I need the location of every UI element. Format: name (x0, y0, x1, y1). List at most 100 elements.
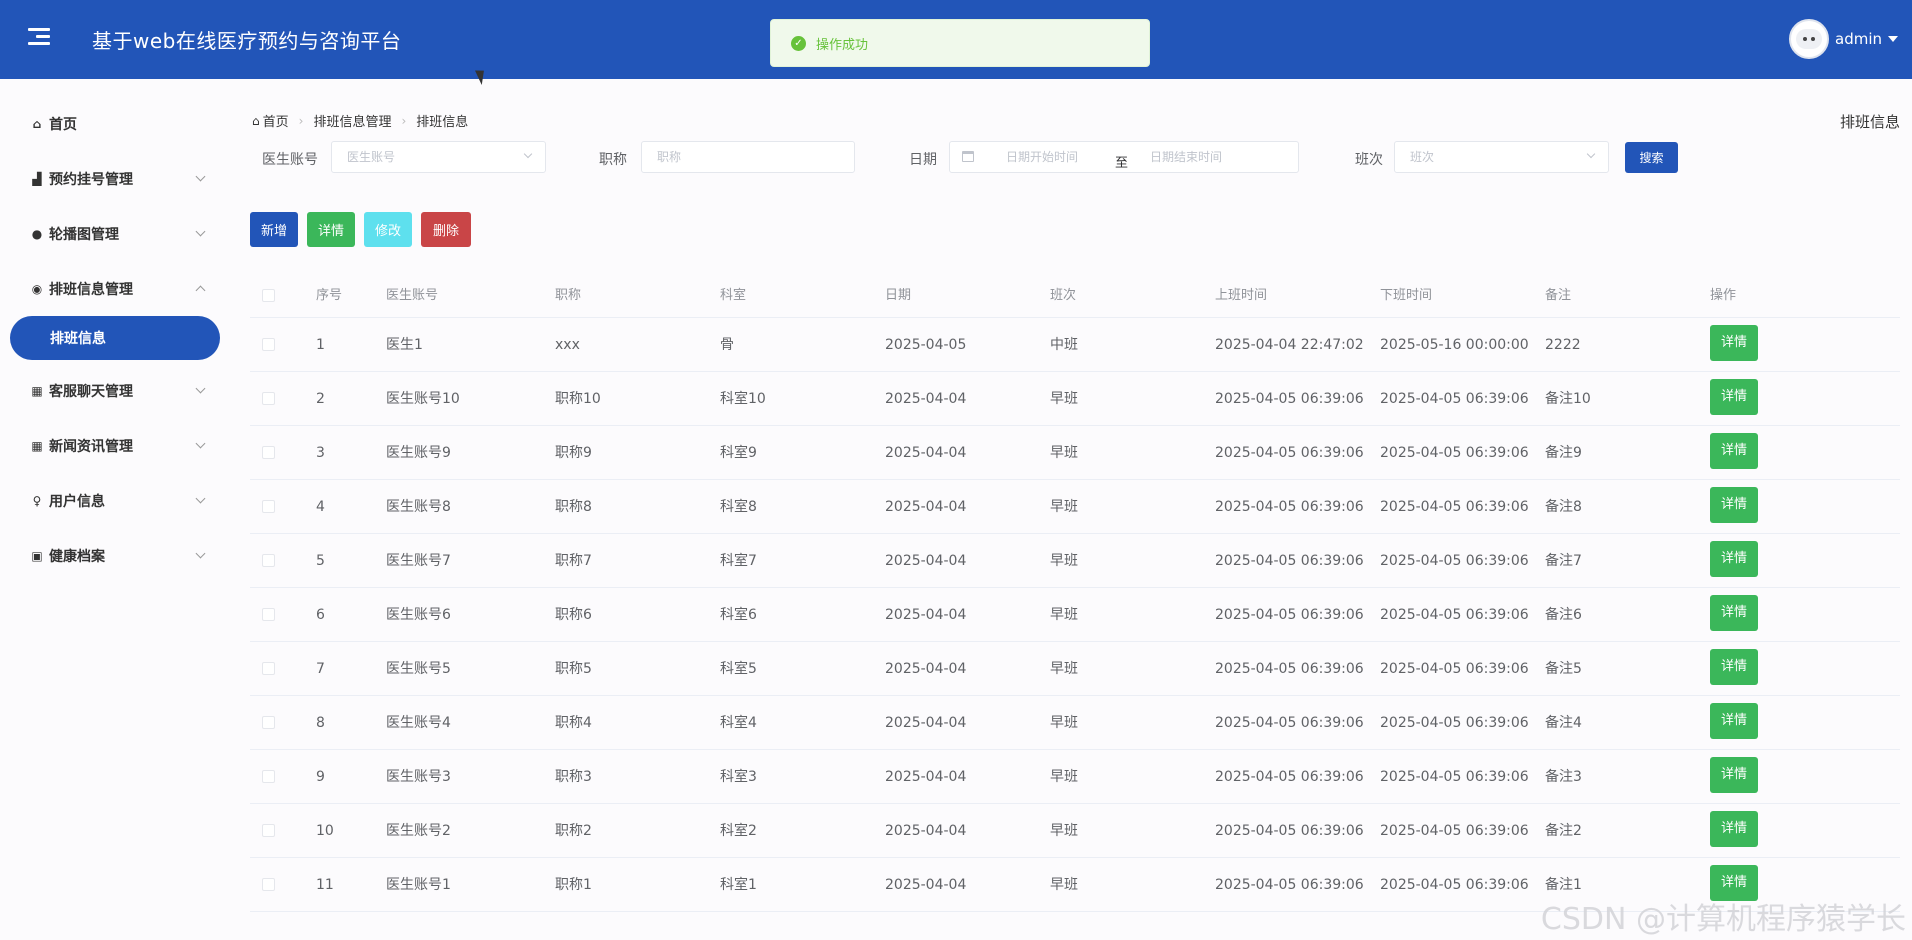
breadcrumb-section[interactable]: 排班信息管理 (313, 111, 391, 130)
row-checkbox[interactable] (262, 500, 275, 513)
table-cell: 2025-04-05 (885, 337, 967, 353)
hamburger-menu-icon[interactable] (28, 28, 50, 48)
table-cell: 早班 (1050, 823, 1078, 839)
breadcrumb-home[interactable]: 首页 (263, 111, 289, 130)
sidebar-item-label: 新闻资讯管理 (49, 438, 133, 455)
sidebar-item-label: 健康档案 (49, 548, 105, 565)
table-header: 序号 医生账号 职称 科室 日期 班次 上班时间 下班时间 备注 操作 (250, 274, 1900, 318)
table-cell: 6 (316, 607, 325, 623)
title-input[interactable]: 职称 (641, 141, 855, 173)
table-cell: 中班 (1050, 337, 1078, 353)
add-button[interactable]: 新增 (250, 212, 298, 247)
table-cell: 医生账号3 (386, 769, 451, 785)
row-detail-button[interactable]: 详情 (1710, 487, 1758, 523)
table-cell: 医生账号4 (386, 715, 451, 731)
table-cell: 2025-04-05 06:39:06 (1380, 553, 1529, 569)
row-detail-button[interactable]: 详情 (1710, 649, 1758, 685)
doctor-account-select[interactable]: 医生账号 (331, 141, 546, 173)
row-detail-button[interactable]: 详情 (1710, 757, 1758, 793)
date-start-input[interactable]: 日期开始时间 (1006, 142, 1078, 172)
sidebar-item-health-records[interactable]: ▣ 健康档案 (0, 528, 230, 583)
user-name[interactable]: admin (1835, 30, 1882, 48)
home-icon: ⌂ (252, 113, 260, 128)
column-header: 科室 (720, 288, 747, 303)
sidebar-subitem-schedule-info[interactable]: 排班信息 (10, 316, 220, 360)
table-cell: 早班 (1050, 607, 1078, 623)
sidebar-item-schedule[interactable]: ◉ 排班信息管理 (0, 261, 230, 316)
table-cell: 职称3 (555, 769, 592, 785)
select-all-checkbox[interactable] (262, 289, 275, 302)
row-checkbox[interactable] (262, 554, 275, 567)
row-detail-button[interactable]: 详情 (1710, 433, 1758, 469)
row-checkbox[interactable] (262, 824, 275, 837)
table-cell: 2025-04-04 (885, 661, 967, 677)
table-cell: 2025-04-04 (885, 391, 967, 407)
row-detail-button[interactable]: 详情 (1710, 595, 1758, 631)
table-row: 6 医生账号6 职称6 科室6 2025-04-04 早班 2025-04-05 06:39… (250, 588, 1900, 642)
row-detail-button[interactable]: 详情 (1710, 541, 1758, 577)
date-range-picker[interactable]: 日期开始时间 至 日期结束时间 (949, 141, 1299, 173)
sidebar-item-appointment[interactable]: ▟ 预约挂号管理 (0, 151, 230, 206)
row-checkbox[interactable] (262, 608, 275, 621)
search-button[interactable]: 搜索 (1625, 142, 1678, 173)
row-checkbox[interactable] (262, 392, 275, 405)
chevron-up-icon (195, 285, 206, 296)
sidebar-item-home[interactable]: ⌂ 首页 (0, 96, 230, 151)
date-end-input[interactable]: 日期结束时间 (1150, 142, 1222, 172)
doctor-account-placeholder: 医生账号 (347, 150, 396, 164)
chevron-down-icon (195, 171, 206, 182)
calendar-icon (962, 151, 974, 162)
row-detail-button[interactable]: 详情 (1710, 703, 1758, 739)
detail-button[interactable]: 详情 (307, 212, 355, 247)
row-checkbox[interactable] (262, 716, 275, 729)
row-checkbox[interactable] (262, 662, 275, 675)
table-cell: 2025-04-05 06:39:06 (1380, 391, 1529, 407)
avatar[interactable] (1789, 19, 1829, 59)
table-cell: 医生账号10 (386, 391, 460, 407)
chevron-down-icon (1586, 149, 1596, 159)
edit-button[interactable]: 修改 (364, 212, 412, 247)
column-header: 备注 (1545, 288, 1572, 303)
sidebar-item-chat[interactable]: ▦ 客服聊天管理 (0, 363, 230, 418)
schedule-table: 序号 医生账号 职称 科室 日期 班次 上班时间 下班时间 备注 操作 1 医生1… (250, 274, 1900, 912)
sidebar-item-news[interactable]: ▦ 新闻资讯管理 (0, 418, 230, 473)
sidebar-item-carousel[interactable]: ● 轮播图管理 (0, 206, 230, 261)
row-checkbox[interactable] (262, 338, 275, 351)
table-row: 5 医生账号7 职称7 科室7 2025-04-04 早班 2025-04-05 06:39… (250, 534, 1900, 588)
table-cell: 职称8 (555, 499, 592, 515)
table-cell: 医生账号8 (386, 499, 451, 515)
table-cell: 2025-04-05 06:39:06 (1215, 499, 1364, 515)
table-cell: 2025-04-04 22:47:02 (1215, 337, 1364, 353)
row-checkbox[interactable] (262, 878, 275, 891)
table-cell: 2025-05-16 00:00:00 (1380, 337, 1529, 353)
shift-select[interactable]: 班次 (1394, 141, 1609, 173)
table-cell: 1 (316, 337, 325, 353)
row-detail-button[interactable]: 详情 (1710, 379, 1758, 415)
table-cell: 3 (316, 445, 325, 461)
table-cell: 职称9 (555, 445, 592, 461)
chevron-down-icon (523, 149, 533, 159)
shift-placeholder: 班次 (1410, 150, 1435, 164)
column-header: 班次 (1050, 288, 1077, 303)
table-cell: 骨 (720, 337, 734, 353)
caret-down-icon[interactable] (1888, 36, 1898, 42)
chevron-down-icon (195, 548, 206, 559)
doctor-account-label: 医生账号 (262, 152, 318, 168)
row-detail-button[interactable]: 详情 (1710, 325, 1758, 361)
title-label: 职称 (599, 152, 627, 168)
table-cell: 科室9 (720, 445, 757, 461)
table-row: 9 医生账号3 职称3 科室3 2025-04-04 早班 2025-04-05 06:39… (250, 750, 1900, 804)
page-title: 排班信息 (1839, 113, 1900, 131)
briefcase-icon: ▣ (31, 548, 43, 563)
table-cell: 职称7 (555, 553, 592, 569)
table-cell: 2025-04-04 (885, 499, 967, 515)
breadcrumb-separator-icon: › (298, 113, 304, 128)
row-checkbox[interactable] (262, 770, 275, 783)
sidebar-item-users[interactable]: ♀ 用户信息 (0, 473, 230, 528)
delete-button[interactable]: 删除 (421, 212, 471, 247)
user-menu[interactable]: admin (1789, 19, 1898, 59)
row-checkbox[interactable] (262, 446, 275, 459)
row-detail-button[interactable]: 详情 (1710, 811, 1758, 847)
table-cell: 早班 (1050, 877, 1078, 893)
table-cell: 2025-04-05 06:39:06 (1215, 445, 1364, 461)
